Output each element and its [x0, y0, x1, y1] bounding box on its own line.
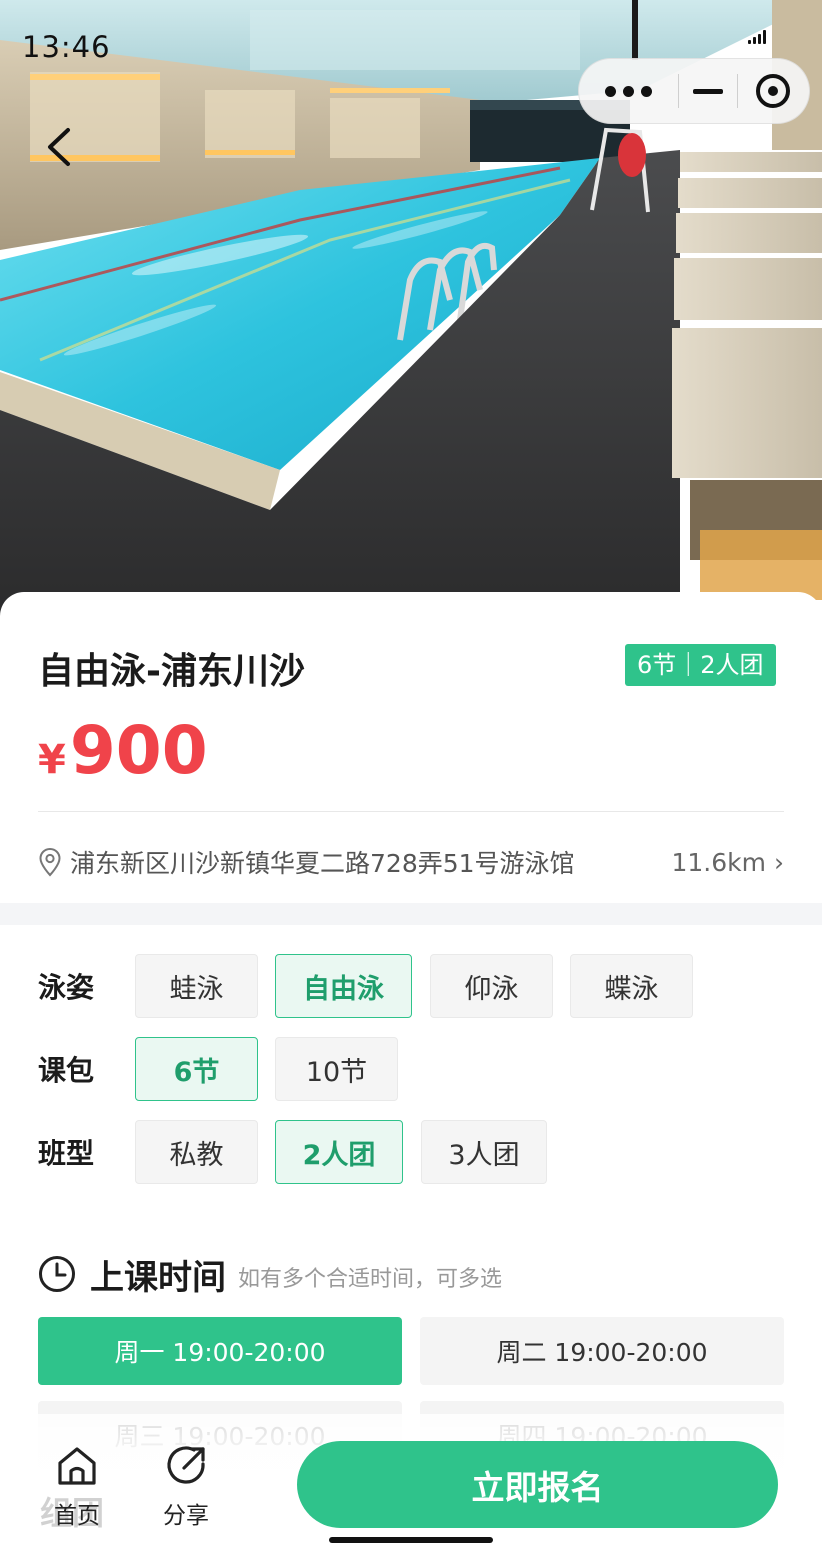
schedule-title: 上课时间: [90, 1257, 226, 1298]
home-indicator: [329, 1537, 493, 1543]
signal-icon: [748, 30, 768, 44]
class-type-option-selected[interactable]: 2人团: [275, 1120, 403, 1184]
time-slot-selected[interactable]: 周一 19:00-20:00: [38, 1317, 402, 1385]
schedule-header: 上课时间 如有多个合适时间，可多选: [38, 1252, 503, 1298]
distance-text: 11.6km: [671, 847, 767, 877]
chevron-right-icon: ›: [774, 847, 784, 877]
address-row[interactable]: 浦东新区川沙新镇华夏二路728弄51号游泳馆 11.6km ›: [38, 840, 784, 884]
more-dots-icon: [605, 85, 653, 97]
course-detail-card: 自由泳-浦东川沙 6节｜2人团 ¥ 900 浦东新区川沙新镇华夏二路728弄51…: [0, 592, 822, 1550]
schedule-hint: 如有多个合适时间，可多选: [238, 1267, 503, 1292]
share-icon: [167, 1446, 205, 1484]
clock-icon: [39, 1256, 75, 1292]
package-option-selected[interactable]: 6节: [135, 1037, 258, 1101]
back-icon[interactable]: [40, 122, 84, 172]
stroke-option[interactable]: 蛙泳: [135, 954, 258, 1018]
time-slot[interactable]: 周二 19:00-20:00: [420, 1317, 784, 1385]
stroke-option[interactable]: 仰泳: [430, 954, 553, 1018]
close-button[interactable]: [738, 59, 809, 123]
more-button[interactable]: [579, 59, 678, 123]
section-separator: [0, 903, 822, 925]
close-target-icon: [756, 74, 791, 108]
enroll-now-button[interactable]: 立即报名: [297, 1441, 778, 1528]
bottom-action-bar: 组团 首页 分享 立即报名: [0, 1414, 822, 1550]
stroke-option[interactable]: 蝶泳: [570, 954, 693, 1018]
share-label: 分享: [163, 1503, 209, 1529]
home-button[interactable]: 首页: [42, 1444, 112, 1530]
course-price: ¥ 900: [38, 712, 208, 789]
hero-image: 13:46: [0, 0, 822, 620]
status-time: 13:46: [22, 30, 111, 64]
stroke-label: 泳姿: [38, 971, 95, 1004]
package-option[interactable]: 10节: [275, 1037, 398, 1101]
home-label: 首页: [54, 1503, 100, 1529]
stroke-option-selected[interactable]: 自由泳: [275, 954, 412, 1018]
class-type-option[interactable]: 私教: [135, 1120, 258, 1184]
address-text: 浦东新区川沙新镇华夏二路728弄51号游泳馆: [70, 849, 575, 878]
course-title: 自由泳-浦东川沙: [38, 651, 305, 692]
divider: [38, 811, 784, 812]
class-type-label: 班型: [38, 1137, 95, 1170]
price-currency: ¥: [38, 737, 66, 783]
mini-program-capsule: [578, 58, 810, 124]
package-label: 课包: [38, 1054, 95, 1087]
minimize-button[interactable]: [679, 59, 737, 123]
price-value: 900: [69, 712, 208, 789]
share-button[interactable]: 分享: [151, 1444, 221, 1530]
minimize-icon: [692, 88, 723, 94]
location-pin-icon: [39, 847, 61, 877]
course-badge: 6节｜2人团: [625, 644, 776, 686]
home-icon: [58, 1447, 96, 1485]
class-type-option[interactable]: 3人团: [421, 1120, 547, 1184]
